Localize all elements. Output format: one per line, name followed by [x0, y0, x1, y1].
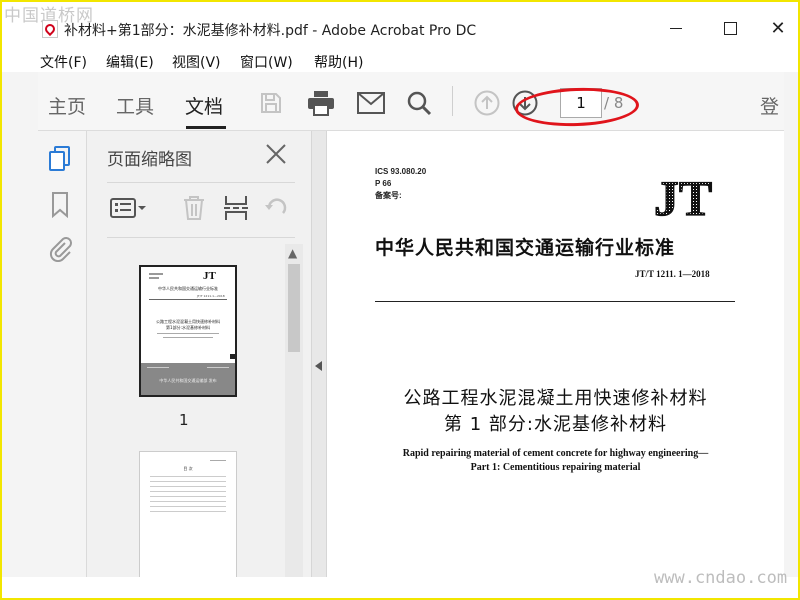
- doc-ics: ICS 93.080.20: [375, 167, 427, 176]
- doc-english-title-line1: Rapid repairing material of cement concr…: [402, 448, 709, 459]
- jt-logo: JT: [653, 171, 713, 221]
- panel-divider: [107, 237, 295, 238]
- bookmark-icon: [52, 192, 68, 218]
- undo-icon: [265, 198, 287, 214]
- menu-window[interactable]: 窗口(W): [240, 52, 293, 72]
- login-button[interactable]: 登: [760, 92, 779, 119]
- email-icon: [357, 92, 385, 114]
- doc-record: 备案号:: [375, 191, 402, 200]
- watermark-bottom: www.cndao.com: [654, 568, 788, 588]
- delete-page-icon: [184, 196, 204, 220]
- doc-title-line1: 公路工程水泥混凝土用快速修补材料: [403, 388, 708, 409]
- thumbnail-scrollbar[interactable]: ▲: [285, 244, 303, 577]
- doc-header-rule: [375, 301, 735, 302]
- menu-bar: 文件(F) 编辑(E) 视图(V) 窗口(W) 帮助(H): [0, 48, 800, 72]
- page-thumbnails-icon: [49, 146, 70, 171]
- window-title: 补材料+第1部分：水泥基修补材料.pdf - Adobe Acrobat Pro…: [64, 23, 477, 39]
- menu-file[interactable]: 文件(F): [40, 52, 87, 72]
- thumbnail-logo: JT: [203, 270, 216, 282]
- document-view[interactable]: ICS 93.080.20 P 66 备案号: JT 中华人民共和国交通运输行业…: [327, 131, 784, 577]
- thumbnail-list: JT 中华人民共和国交通运输行业标准 JT/T 1211.1—2018 公路工程…: [87, 241, 283, 577]
- email-button[interactable]: [354, 86, 388, 120]
- doc-p: P 66: [375, 179, 392, 188]
- scroll-up-icon[interactable]: ▲: [288, 246, 297, 260]
- maximize-icon: [723, 21, 737, 35]
- thumbnail-code: JT/T 1211.1—2018: [197, 294, 225, 298]
- title-bar: 中国道桥网 补材料+第1部分：水泥基修补材料.pdf - Adobe Acrob…: [0, 0, 800, 48]
- thumbnail-publisher: 中华人民共和国交通运输部 发布: [159, 378, 217, 383]
- print-button[interactable]: [304, 86, 338, 120]
- doc-standard-code: JT/T 1211. 1—2018: [635, 269, 710, 279]
- page-thumbnail-2[interactable]: 目 次: [139, 451, 237, 577]
- doc-title-line2: 第 1 部分:水泥基修补材料: [444, 414, 667, 435]
- extract-page-button[interactable]: [221, 193, 251, 223]
- attachments-button[interactable]: [46, 235, 74, 263]
- pdf-file-icon: [42, 20, 58, 38]
- close-icon: [266, 144, 286, 164]
- active-tab-indicator: [186, 126, 226, 129]
- thumbnail-subtitle: 第1部分:水泥基修补材料: [166, 325, 210, 330]
- navigation-rail: [38, 131, 86, 577]
- panel-divider: [107, 182, 295, 183]
- menu-help[interactable]: 帮助(H): [314, 52, 363, 72]
- thumbnail-options-button[interactable]: [107, 193, 149, 223]
- minimize-icon: [670, 27, 682, 29]
- save-icon: [261, 93, 281, 113]
- thumbnail-2-heading: 目 次: [183, 466, 193, 471]
- save-button[interactable]: [256, 88, 286, 118]
- thumbnail-footer: 中华人民共和国交通运输部 发布: [141, 363, 235, 395]
- minimize-button[interactable]: [660, 16, 692, 40]
- page-thumbnails-button[interactable]: [46, 145, 74, 173]
- previous-page-button[interactable]: [472, 88, 502, 118]
- menu-view[interactable]: 视图(V): [172, 52, 221, 72]
- bookmarks-button[interactable]: [46, 191, 74, 219]
- close-button[interactable]: ✕: [762, 16, 794, 40]
- print-icon: [308, 91, 334, 116]
- scrollbar-thumb[interactable]: [288, 264, 300, 352]
- collapse-panel-icon[interactable]: [315, 361, 322, 371]
- tab-home[interactable]: 主页: [48, 92, 86, 119]
- jt-logo-text: JT: [654, 171, 712, 221]
- close-icon: ✕: [770, 17, 786, 39]
- panel-splitter[interactable]: [311, 131, 327, 577]
- thumbnail-options-icon: [110, 198, 146, 218]
- doc-english-title-line2: Part 1: Cementitious repairing material: [470, 462, 641, 473]
- main-toolbar: 主页 工具 文档 1 / 8 登: [38, 72, 784, 131]
- doc-standard-org: 中华人民共和国交通运输行业标准: [375, 237, 676, 259]
- undo-button[interactable]: [261, 193, 291, 223]
- previous-page-icon: [474, 90, 500, 116]
- panel-close-button[interactable]: [265, 143, 287, 165]
- tab-tools[interactable]: 工具: [116, 92, 154, 119]
- tab-document[interactable]: 文档: [185, 92, 223, 119]
- thumbnail-1-label: 1: [179, 411, 189, 429]
- thumbnail-org: 中华人民共和国交通运输行业标准: [158, 286, 218, 291]
- toolbar-separator: [452, 86, 453, 116]
- page-thumbnails-panel: 页面缩略图 JT 中华人民共和国交通运输行业标准 JT/T 1211.1—201…: [86, 131, 312, 577]
- search-button[interactable]: [402, 86, 436, 120]
- menu-edit[interactable]: 编辑(E): [106, 52, 154, 72]
- page-thumbnail-1[interactable]: JT 中华人民共和国交通运输行业标准 JT/T 1211.1—2018 公路工程…: [139, 265, 237, 397]
- attachment-icon: [49, 237, 72, 262]
- search-icon: [407, 91, 432, 116]
- delete-page-button[interactable]: [179, 193, 209, 223]
- maximize-button[interactable]: [714, 16, 746, 40]
- extract-page-icon: [224, 196, 248, 220]
- panel-title: 页面缩略图: [107, 150, 192, 170]
